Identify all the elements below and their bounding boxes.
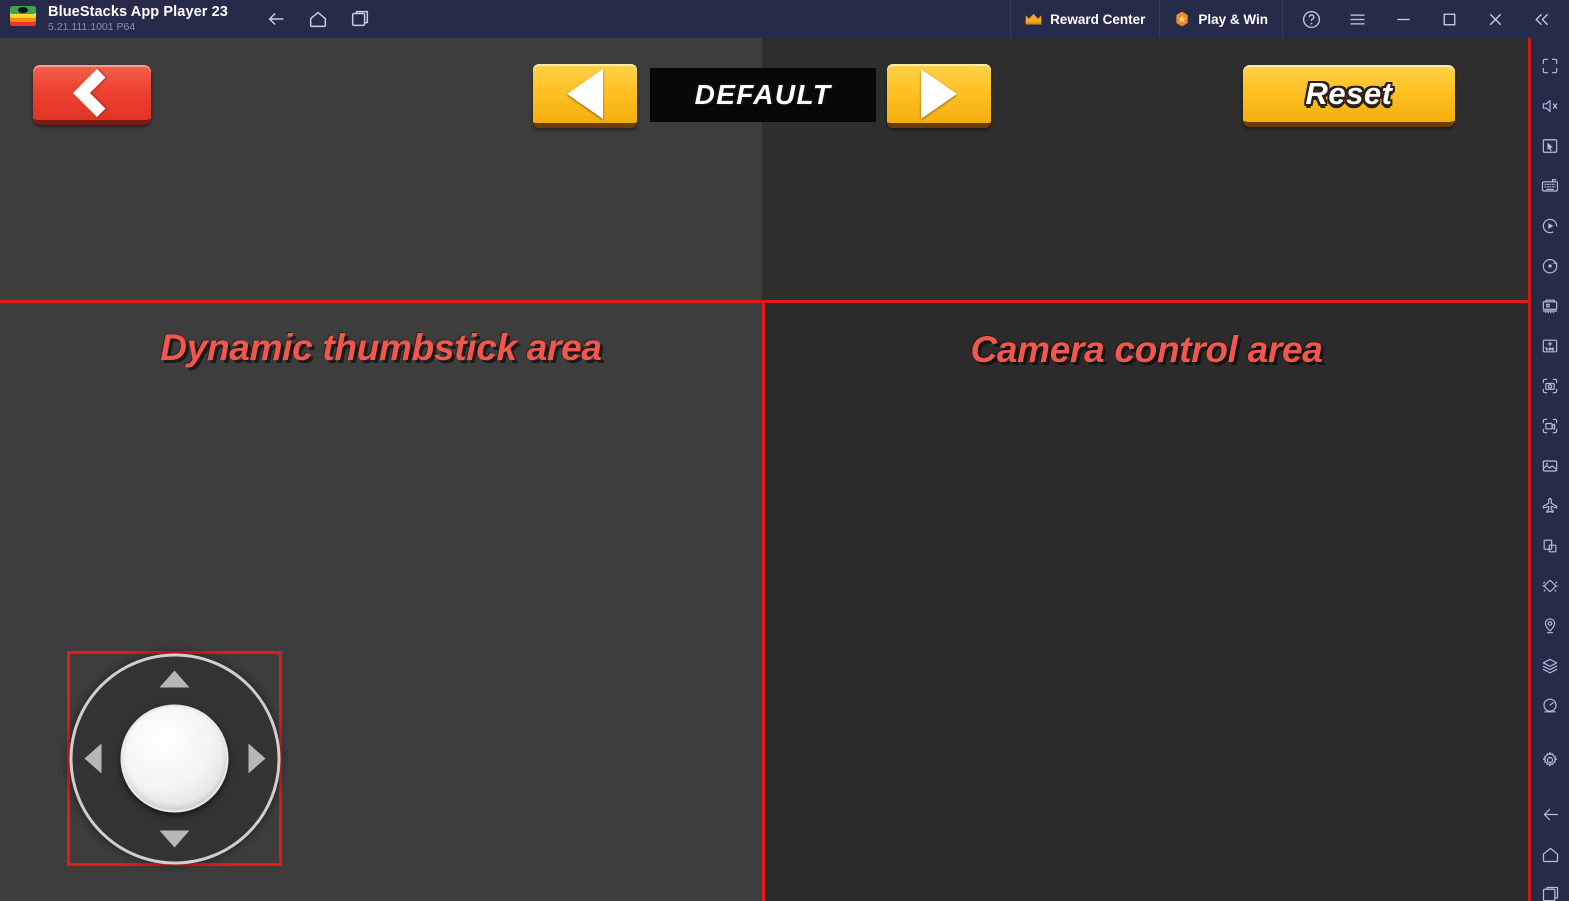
preset-prev-button[interactable] xyxy=(533,64,637,128)
titlebar-right-group: Reward Center Play & Win xyxy=(1010,0,1569,38)
camera-icon xyxy=(1542,378,1558,394)
sidebar-item-game-controls[interactable] xyxy=(1531,126,1569,166)
dpad-knob[interactable] xyxy=(120,704,229,813)
sidebar-item-shake[interactable] xyxy=(1531,566,1569,606)
preset-name-label: DEFAULT xyxy=(694,79,832,110)
home-icon[interactable] xyxy=(306,7,330,31)
app-title-block: BlueStacks App Player 23 5.21.111.1001 P… xyxy=(48,5,228,32)
window-controls xyxy=(1283,0,1569,38)
sidebar-item-eco-mode[interactable] xyxy=(1531,486,1569,526)
star-badge-icon xyxy=(1174,11,1190,27)
hamburger-icon[interactable] xyxy=(1337,0,1377,38)
layers-icon xyxy=(1542,658,1558,674)
play-and-win-button[interactable]: Play & Win xyxy=(1160,0,1283,38)
image-gallery-icon xyxy=(1542,460,1558,472)
dpad-left-arrow-icon xyxy=(84,743,101,774)
title-bar: BlueStacks App Player 23 5.21.111.1001 P… xyxy=(0,0,1569,38)
close-icon[interactable] xyxy=(1475,0,1515,38)
question-circle-icon[interactable] xyxy=(1291,0,1331,38)
sidebar-item-install-apk[interactable] xyxy=(1531,326,1569,366)
sidebar-item-macro-recorder[interactable] xyxy=(1531,206,1569,246)
sidebar-item-back[interactable] xyxy=(1531,794,1569,834)
sidebar-item-recent-apps[interactable] xyxy=(1531,874,1569,901)
reward-center-label: Reward Center xyxy=(1050,11,1146,27)
dpad-thumbstick-control[interactable] xyxy=(67,651,282,866)
play-record-icon xyxy=(1542,218,1558,234)
sidebar-item-fullscreen[interactable] xyxy=(1531,46,1569,86)
keyboard-icon xyxy=(1541,179,1559,192)
triangle-right-icon xyxy=(921,68,957,119)
airplane-icon xyxy=(1542,497,1558,513)
home-icon xyxy=(1542,847,1558,862)
camera-control-zone-title: Camera control area xyxy=(970,329,1323,370)
camera-control-zone[interactable]: Camera control area xyxy=(762,300,1528,901)
minimize-icon[interactable] xyxy=(1383,0,1423,38)
chevron-left-icon xyxy=(72,68,122,117)
dpad-icon xyxy=(69,653,280,864)
triangle-left-icon xyxy=(567,68,603,119)
speaker-mute-icon xyxy=(1542,100,1558,112)
crown-icon xyxy=(1025,13,1042,26)
windows-stack-icon[interactable] xyxy=(348,7,372,31)
cursor-box-icon xyxy=(1542,139,1558,153)
app-title: BlueStacks App Player 23 xyxy=(48,4,228,21)
sidebar-item-media-manager[interactable] xyxy=(1531,446,1569,486)
right-sidebar xyxy=(1528,38,1569,901)
sidebar-item-multi-instance-manager[interactable] xyxy=(1531,286,1569,326)
video-record-icon xyxy=(1542,418,1558,434)
shake-icon xyxy=(1542,580,1558,592)
game-controls-editor-stage: DEFAULT Reset Dynamic thumbstick area Ca… xyxy=(0,38,1528,901)
preset-name-display: DEFAULT xyxy=(650,68,876,122)
dynamic-thumbstick-zone-title: Dynamic thumbstick area xyxy=(160,327,602,368)
sidebar-item-location[interactable] xyxy=(1531,606,1569,646)
speedometer-icon xyxy=(1543,698,1557,713)
back-button[interactable] xyxy=(33,65,151,125)
app-version: 5.21.111.1001 P64 xyxy=(48,20,136,33)
rotate-dot-icon xyxy=(1542,259,1558,274)
location-pin-icon xyxy=(1544,618,1556,634)
instance-manager-icon xyxy=(1542,299,1558,314)
sidebar-item-rotate[interactable] xyxy=(1531,246,1569,286)
sidebar-item-performance[interactable] xyxy=(1531,686,1569,726)
titlebar-nav-group xyxy=(264,7,372,31)
sidebar-item-settings[interactable] xyxy=(1531,740,1569,780)
preset-next-button[interactable] xyxy=(887,64,991,128)
reset-button[interactable]: Reset xyxy=(1243,65,1455,127)
dpad-down-arrow-icon xyxy=(159,830,190,847)
apk-install-icon xyxy=(1542,339,1558,353)
double-chevron-left-icon[interactable] xyxy=(1521,0,1561,38)
sidebar-item-record-screen[interactable] xyxy=(1531,406,1569,446)
bluestacks-window: BlueStacks App Player 23 5.21.111.1001 P… xyxy=(0,0,1569,901)
dpad-up-arrow-icon xyxy=(159,670,190,687)
preset-selector: DEFAULT xyxy=(533,64,993,128)
play-and-win-label: Play & Win xyxy=(1198,11,1268,27)
bluestacks-logo-icon xyxy=(10,6,36,32)
sidebar-item-mute[interactable] xyxy=(1531,86,1569,126)
sidebar-item-layers[interactable] xyxy=(1531,646,1569,686)
dynamic-thumbstick-zone[interactable]: Dynamic thumbstick area xyxy=(0,300,765,901)
picture-in-picture-icon xyxy=(1543,539,1557,553)
arrow-left-icon xyxy=(1543,808,1558,820)
sidebar-item-pip-mode[interactable] xyxy=(1531,526,1569,566)
reward-center-button[interactable]: Reward Center xyxy=(1010,0,1161,38)
maximize-icon[interactable] xyxy=(1429,0,1469,38)
sidebar-item-screenshot[interactable] xyxy=(1531,366,1569,406)
fullscreen-icon xyxy=(1542,58,1558,74)
sidebar-item-keyboard-controls[interactable] xyxy=(1531,166,1569,206)
arrow-left-icon[interactable] xyxy=(264,7,288,31)
sidebar-item-home[interactable] xyxy=(1531,834,1569,874)
reset-button-label: Reset xyxy=(1305,75,1393,111)
gear-icon xyxy=(1542,752,1558,767)
dpad-right-arrow-icon xyxy=(248,743,265,774)
recent-apps-icon xyxy=(1542,886,1558,901)
